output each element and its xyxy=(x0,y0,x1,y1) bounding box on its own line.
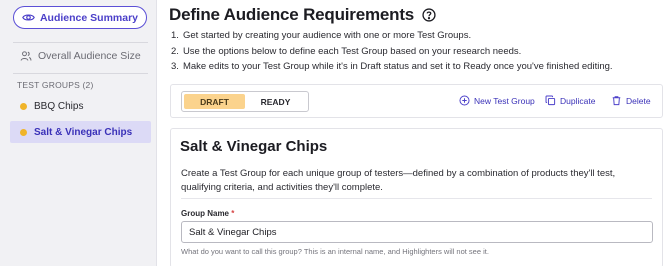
new-test-group-label: New Test Group xyxy=(474,95,535,106)
sidebar-divider xyxy=(13,42,148,43)
plus-circle-icon xyxy=(459,95,470,106)
test-group-card: Salt & Vinegar Chips Create a Test Group… xyxy=(170,128,663,266)
test-groups-header: TEST GROUPS (2) xyxy=(17,80,94,90)
status-dot xyxy=(20,128,27,136)
sidebar-item-bbq-chips[interactable]: BBQ Chips xyxy=(10,95,151,117)
required-marker: * xyxy=(231,209,235,218)
trash-icon xyxy=(612,96,621,106)
title-row: Define Audience Requirements xyxy=(169,5,436,25)
overall-audience-size-label: Overall Audience Size xyxy=(38,50,141,62)
duplicate-label: Duplicate xyxy=(560,95,596,106)
new-test-group-button[interactable]: New Test Group xyxy=(459,95,535,106)
status-toggle: DRAFT READY xyxy=(181,91,309,112)
duplicate-button[interactable]: Duplicate xyxy=(545,95,595,106)
instruction-step: 2. Use the options below to define each T… xyxy=(171,45,522,57)
instructions-list: 1. Get started by creating your audience … xyxy=(171,28,613,75)
delete-label: Delete xyxy=(626,95,651,106)
draft-option[interactable]: DRAFT xyxy=(184,94,245,109)
sidebar: Audience Summary Overall Audience Size T… xyxy=(0,0,157,266)
group-label: Salt & Vinegar Chips xyxy=(34,126,133,138)
users-icon xyxy=(20,51,32,61)
sidebar-item-salt-vinegar-chips[interactable]: Salt & Vinegar Chips xyxy=(10,121,151,143)
audience-summary-button[interactable]: Audience Summary xyxy=(13,6,147,29)
test-group-title: Salt & Vinegar Chips xyxy=(180,138,328,155)
sidebar-divider xyxy=(13,73,148,74)
test-group-description: Create a Test Group for each unique grou… xyxy=(181,168,616,193)
delete-button[interactable]: Delete xyxy=(611,95,651,106)
test-group-toolbar: DRAFT READY New Test Group Duplicate Del… xyxy=(170,84,663,118)
ready-option[interactable]: READY xyxy=(245,94,306,109)
instruction-step: 3. Make edits to your Test Group while it… xyxy=(171,61,613,72)
eye-icon xyxy=(22,14,35,21)
group-label: BBQ Chips xyxy=(34,100,84,112)
page-title: Define Audience Requirements xyxy=(169,5,415,24)
group-name-help-text: What do you want to call this group? Thi… xyxy=(181,247,489,256)
audience-summary-label: Audience Summary xyxy=(39,11,139,24)
status-dot xyxy=(20,102,27,110)
help-icon[interactable] xyxy=(422,8,436,22)
group-name-input[interactable] xyxy=(181,221,653,243)
overall-audience-size-link[interactable]: Overall Audience Size xyxy=(20,50,141,62)
card-divider xyxy=(181,198,652,199)
copy-icon xyxy=(545,95,556,106)
group-name-label: Group Name * xyxy=(181,209,235,218)
instruction-step: 1. Get started by creating your audience … xyxy=(171,30,472,41)
